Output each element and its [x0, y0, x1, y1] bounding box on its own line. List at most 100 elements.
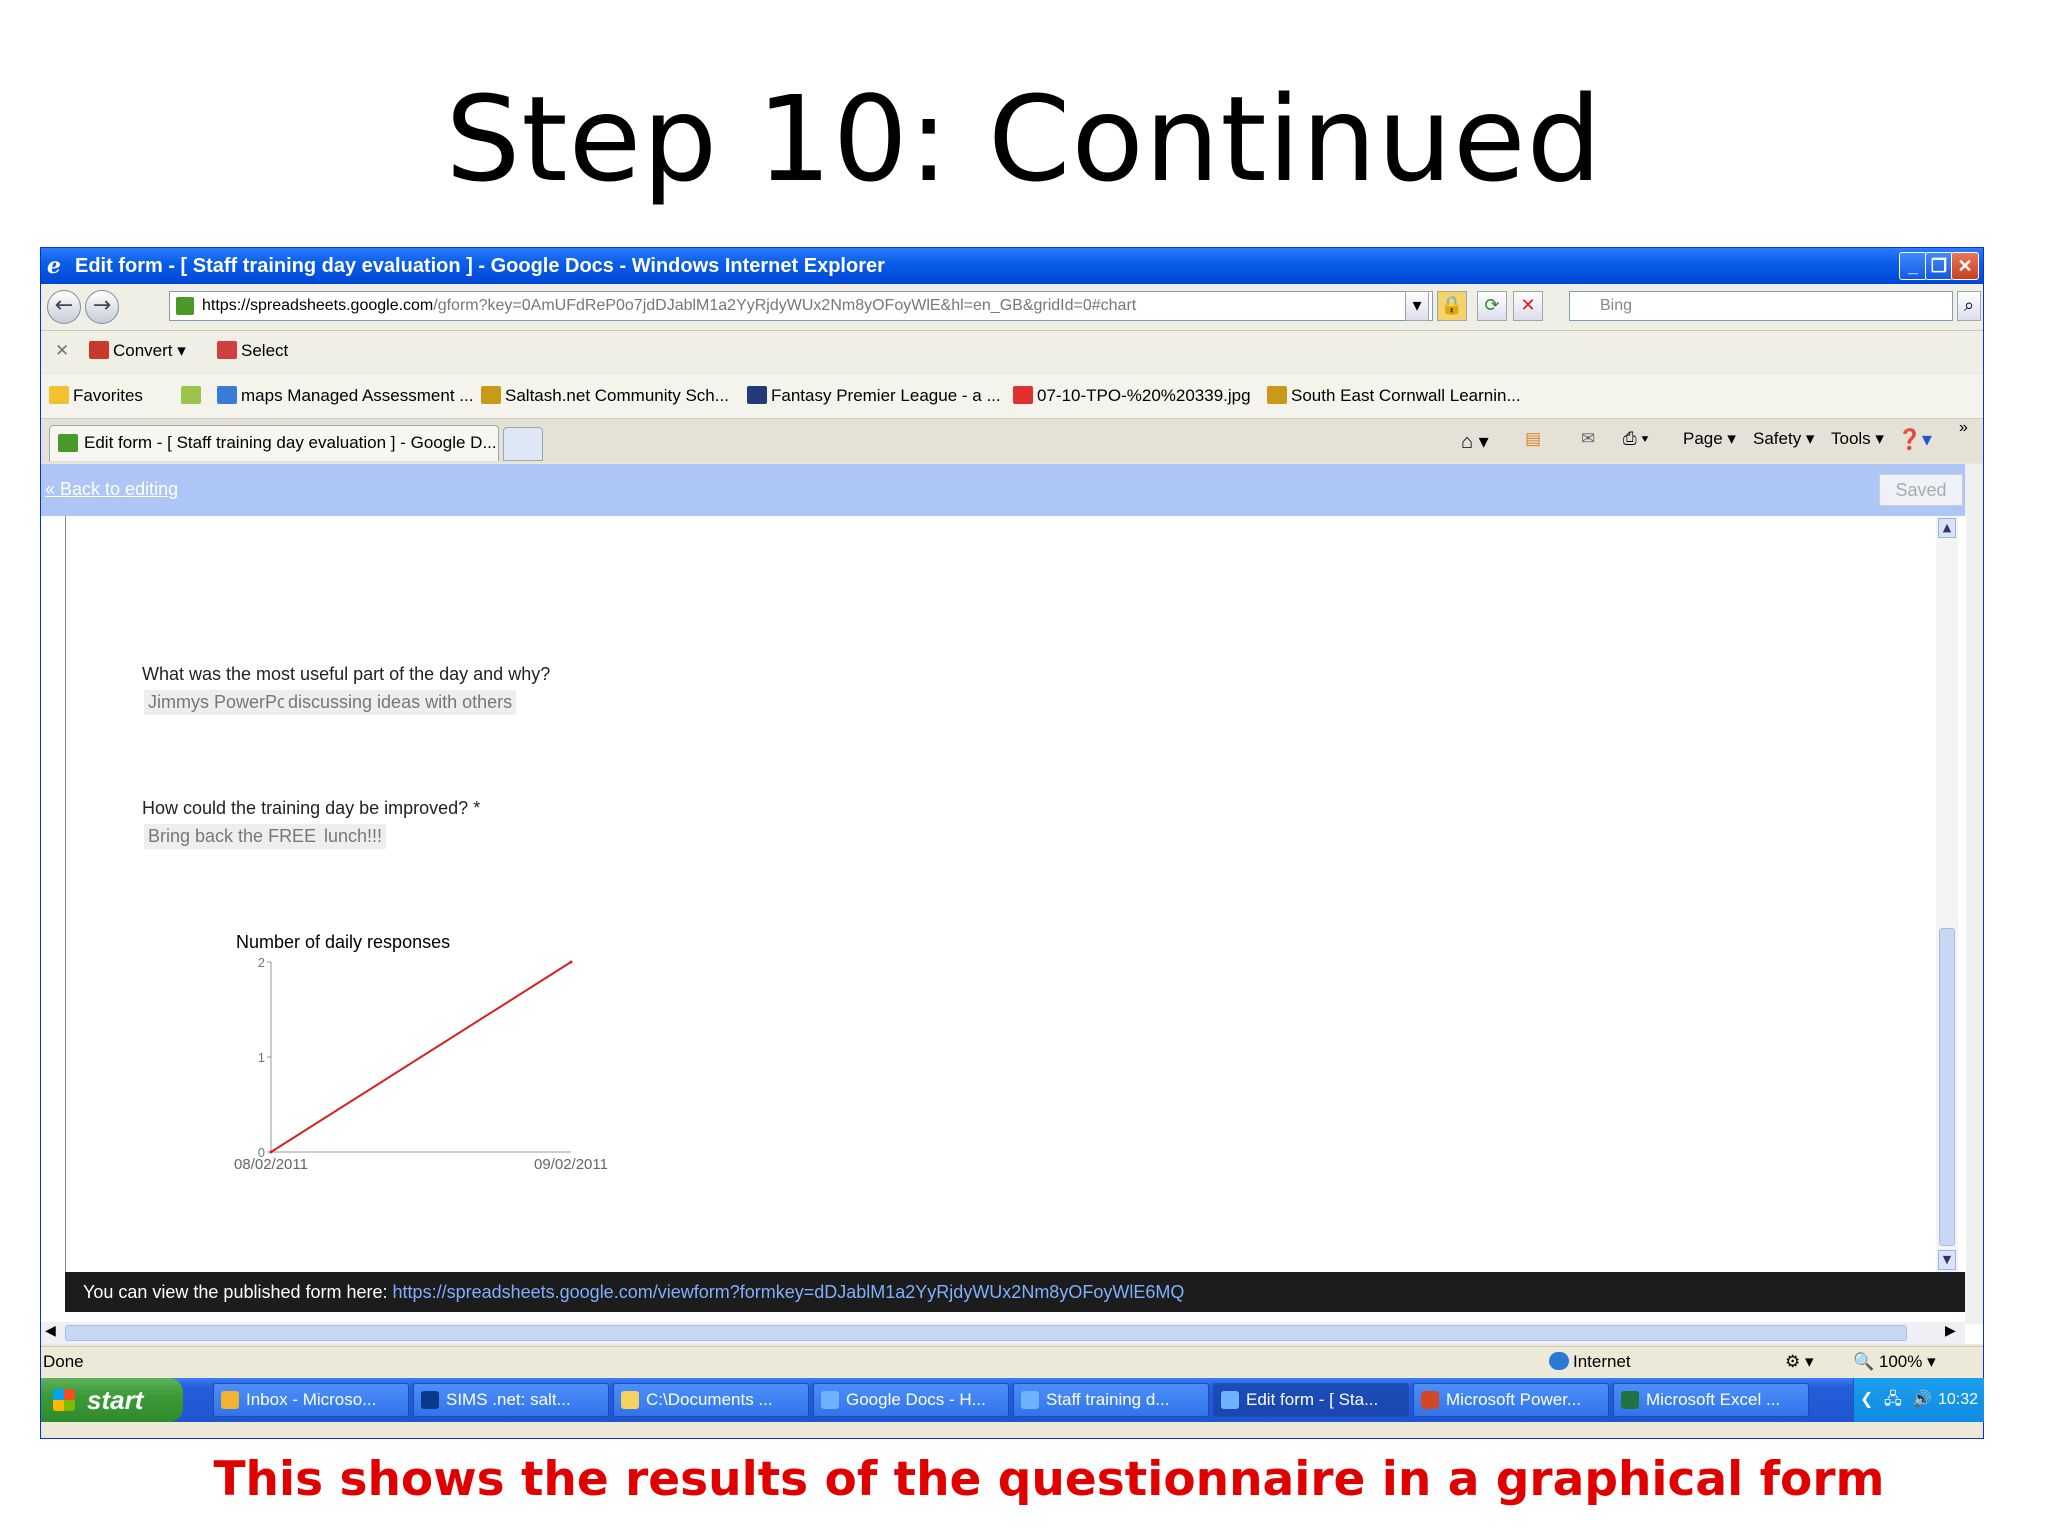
search-placeholder: Bing [1600, 297, 1633, 314]
url-host: spreadsheets.google.com [250, 297, 434, 314]
premier-league-icon [747, 386, 767, 404]
image-icon [1013, 386, 1033, 404]
network-icon[interactable]: 🖧 [1884, 1378, 1902, 1422]
safety-menu-label: Safety [1753, 429, 1802, 448]
responses-frame: What was the most useful part of the day… [65, 516, 1966, 1272]
page-menu-label: Page [1683, 429, 1723, 448]
taskbar-item-label: Google Docs - H... [846, 1390, 986, 1409]
protected-mode-icon[interactable]: ⚙ ▾ [1785, 1347, 1814, 1377]
mail-icon[interactable]: ✉ [1581, 429, 1595, 449]
browser-window: e Edit form - [ Staff training day evalu… [40, 247, 1984, 1439]
frame-scrollbar[interactable]: ▲ ▼ [1936, 516, 1958, 1272]
search-field[interactable]: Bing [1569, 291, 1953, 321]
home-icon[interactable]: ⌂ ▾ [1461, 429, 1489, 454]
taskbar-item-staff-training[interactable]: Staff training d... [1013, 1383, 1209, 1417]
scroll-down-icon[interactable]: ▼ [1938, 1250, 1956, 1270]
taskbar-item-label: Inbox - Microso... [246, 1390, 377, 1409]
print-icon[interactable]: ⎙ ▾ [1623, 429, 1648, 449]
page-icon [176, 297, 194, 315]
star-icon [49, 386, 69, 404]
status-text: Done [43, 1352, 84, 1371]
publish-link[interactable]: https://spreadsheets.google.com/viewform… [393, 1282, 1185, 1302]
tab-edit-form[interactable]: Edit form - [ Staff training day evaluat… [49, 425, 499, 461]
taskbar-item-documents[interactable]: C:\Documents ... [613, 1383, 809, 1417]
minimize-button[interactable]: _ [1899, 252, 1927, 280]
url-field[interactable]: https://spreadsheets.google.com/gform?ke… [169, 291, 1433, 321]
sims-icon [421, 1391, 439, 1409]
taskbar-item-excel[interactable]: Microsoft Excel ... [1613, 1383, 1809, 1417]
gdocs-header-bar: « Back to editing Saved [41, 464, 1965, 516]
page-icon [58, 434, 78, 452]
fav-item-image[interactable]: 07-10-TPO-%20%20339.jpg [1013, 386, 1251, 406]
outlook-icon [221, 1391, 239, 1409]
answer-chip: discussing ideas with others [284, 690, 517, 715]
taskbar-item-powerpoint[interactable]: Microsoft Power... [1413, 1383, 1609, 1417]
page-scrollbar[interactable] [1965, 464, 1983, 1324]
favorites-label: Favorites [73, 386, 143, 405]
folder-icon [621, 1391, 639, 1409]
start-button[interactable]: start [41, 1378, 183, 1422]
taskbar-item-outlook[interactable]: Inbox - Microso... [213, 1383, 409, 1417]
safety-menu[interactable]: Safety ▾ [1753, 429, 1814, 449]
search-icon[interactable]: ⌕ [1957, 291, 1981, 321]
taskbar-item-edit-form[interactable]: Edit form - [ Sta... [1213, 1383, 1409, 1417]
close-button[interactable]: ✕ [1951, 252, 1979, 280]
horizontal-scroll-thumb[interactable] [65, 1325, 1907, 1341]
question-title: What was the most useful part of the day… [142, 664, 551, 684]
taskbar-item-google-docs[interactable]: Google Docs - H... [813, 1383, 1009, 1417]
fav-item-secl[interactable]: South East Cornwall Learnin... [1267, 386, 1521, 406]
volume-icon[interactable]: 🔊 [1912, 1378, 1932, 1422]
add-favorite-icon[interactable] [181, 386, 205, 406]
new-tab-button[interactable] [503, 427, 543, 461]
ie-logo-icon: e [47, 253, 61, 279]
fav-item-fantasy[interactable]: Fantasy Premier League - a ... [747, 386, 1001, 406]
favorites-button[interactable]: Favorites [49, 386, 143, 406]
fav-item-label: Saltash.net Community Sch... [505, 386, 729, 405]
horizontal-scrollbar[interactable]: ◀ ▶ [41, 1322, 1965, 1344]
feeds-icon[interactable]: ▤ [1525, 429, 1541, 449]
back-to-editing-link[interactable]: « Back to editing [45, 479, 178, 500]
taskbar-item-label: Staff training d... [1046, 1390, 1170, 1409]
fav-item-saltash[interactable]: Saltash.net Community Sch... [481, 386, 729, 406]
select-button[interactable]: Select [217, 341, 288, 361]
fav-item-label: South East Cornwall Learnin... [1291, 386, 1521, 405]
zoom-control[interactable]: 🔍 100% ▾ [1853, 1347, 1936, 1377]
close-toolbar-icon[interactable]: ✕ [55, 341, 69, 361]
saltash-icon [481, 386, 501, 404]
help-icon[interactable]: ❓▾ [1897, 427, 1932, 452]
ie-icon [821, 1391, 839, 1409]
lock-icon[interactable]: 🔒 [1437, 291, 1467, 321]
select-icon [217, 341, 237, 359]
add-favorite-glyph [181, 386, 201, 404]
fav-item-label: maps Managed Assessment ... [241, 386, 474, 405]
scroll-thumb[interactable] [1939, 928, 1955, 1246]
stop-icon[interactable]: ✕ [1513, 291, 1543, 321]
scroll-left-icon[interactable]: ◀ [45, 1323, 56, 1339]
saved-button[interactable]: Saved [1879, 474, 1963, 506]
series-line [270, 961, 572, 1153]
fav-item-maps[interactable]: maps Managed Assessment ... [217, 386, 473, 406]
restore-button[interactable]: ❐ [1925, 252, 1953, 280]
refresh-icon[interactable]: ⟳ [1477, 291, 1507, 321]
convert-label: Convert [113, 341, 173, 360]
window-titlebar: e Edit form - [ Staff training day evalu… [41, 248, 1983, 284]
clock: 10:32 [1938, 1391, 1979, 1408]
url-dropdown-icon[interactable]: ▾ [1405, 291, 1429, 321]
ie-icon [1021, 1391, 1039, 1409]
scroll-up-icon[interactable]: ▲ [1938, 518, 1956, 538]
forward-icon[interactable]: → [85, 290, 119, 324]
taskbar-item-sims[interactable]: SIMS .net: salt... [413, 1383, 609, 1417]
url-prefix: https:// [202, 297, 251, 314]
taskbar-item-label: Microsoft Power... [1446, 1390, 1582, 1409]
convert-button[interactable]: Convert ▾ [89, 341, 186, 361]
zone-indicator[interactable]: Internet [1549, 1347, 1631, 1377]
back-icon[interactable]: ← [47, 290, 81, 324]
tools-menu[interactable]: Tools ▾ [1831, 429, 1884, 449]
tray-expand-icon[interactable]: ❮ [1860, 1378, 1873, 1422]
globe-icon [1549, 1352, 1569, 1370]
chevron-more-icon[interactable]: » [1959, 419, 1968, 437]
window-title: Edit form - [ Staff training day evaluat… [75, 255, 885, 277]
secl-icon [1267, 386, 1287, 404]
page-menu[interactable]: Page ▾ [1683, 429, 1736, 449]
scroll-right-icon[interactable]: ▶ [1945, 1323, 1956, 1339]
